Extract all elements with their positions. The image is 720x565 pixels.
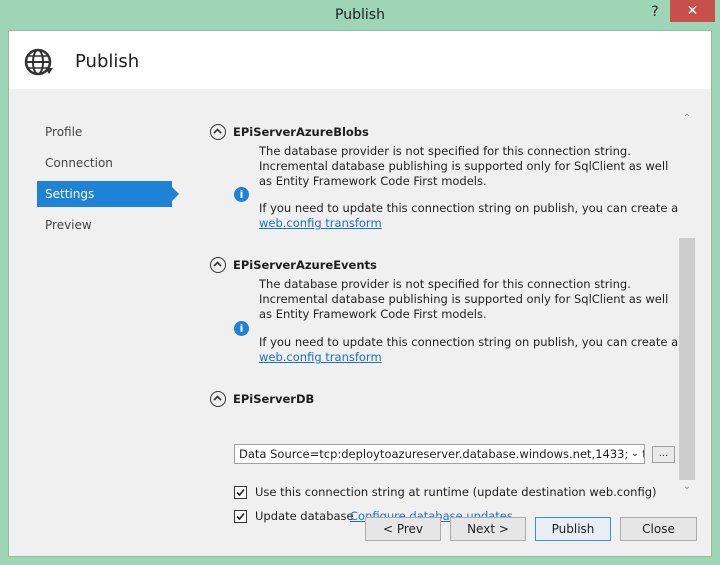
- collapse-chevron-icon[interactable]: [210, 391, 226, 407]
- dialog-header: Publish: [9, 31, 711, 89]
- web-config-transform-link[interactable]: web.config transform: [259, 350, 382, 364]
- info-icon: i: [234, 187, 249, 202]
- collapse-chevron-icon[interactable]: [210, 124, 226, 140]
- title-bar: Publish ? ✕: [0, 0, 720, 30]
- update-database-label: Update database: [255, 509, 354, 523]
- page-title: Publish: [75, 51, 140, 72]
- info-icon: i: [234, 321, 249, 336]
- wizard-nav: Profile Connection Settings Preview: [37, 119, 179, 243]
- use-runtime-label: Use this connection string at runtime (u…: [255, 485, 657, 499]
- provider-message: The database provider is not specified f…: [259, 277, 669, 321]
- next-button[interactable]: Next >: [450, 517, 526, 541]
- section-title: EPiServerAzureBlobs: [233, 125, 369, 139]
- nav-item-settings[interactable]: Settings: [37, 181, 179, 207]
- update-hint: If you need to update this connection st…: [259, 201, 679, 231]
- settings-panel: EPiServerAzureBlobs i The database provi…: [209, 121, 684, 523]
- publish-dialog: Publish ? ✕ Publish Profile Connection S…: [0, 0, 720, 565]
- update-hint: If you need to update this connection st…: [259, 335, 679, 365]
- update-hint-text: If you need to update this connection st…: [259, 335, 679, 349]
- update-hint-text: If you need to update this connection st…: [259, 201, 679, 215]
- section-title: EPiServerAzureEvents: [233, 258, 377, 272]
- section-title: EPiServerDB: [233, 392, 315, 406]
- use-runtime-checkbox[interactable]: [234, 486, 247, 499]
- connection-string-combobox[interactable]: Data Source=tcp:deploytoazureserver.data…: [234, 444, 645, 464]
- window-title: Publish: [335, 7, 385, 23]
- help-button[interactable]: ?: [644, 3, 666, 21]
- dialog-body: Publish Profile Connection Settings Prev…: [8, 30, 712, 557]
- close-window-button[interactable]: ✕: [670, 0, 715, 22]
- globe-publish-icon: [23, 46, 55, 78]
- nav-item-profile[interactable]: Profile: [37, 119, 172, 145]
- provider-message: The database provider is not specified f…: [259, 144, 669, 188]
- nav-item-preview[interactable]: Preview: [37, 212, 172, 238]
- prev-button[interactable]: < Prev: [365, 517, 441, 541]
- web-config-transform-link[interactable]: web.config transform: [259, 216, 382, 230]
- connection-string-value: Data Source=tcp:deploytoazureserver.data…: [239, 447, 645, 461]
- collapse-chevron-icon[interactable]: [210, 257, 226, 273]
- update-database-checkbox[interactable]: [234, 510, 247, 523]
- nav-item-connection[interactable]: Connection: [37, 150, 172, 176]
- close-button[interactable]: Close: [620, 517, 697, 541]
- chevron-down-icon[interactable]: ⌄: [628, 445, 642, 463]
- browse-connection-button[interactable]: ...: [652, 446, 675, 463]
- publish-button[interactable]: Publish: [535, 517, 611, 541]
